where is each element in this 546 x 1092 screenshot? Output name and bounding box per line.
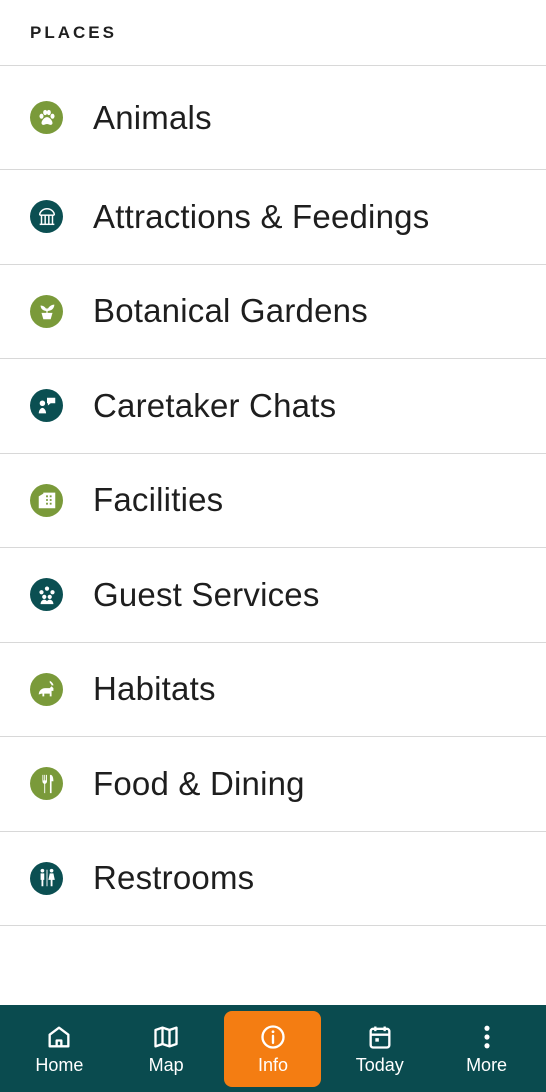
info-icon xyxy=(261,1024,285,1049)
fork-knife-icon xyxy=(30,767,63,801)
habitat-animal-icon xyxy=(30,672,63,706)
places-item-guest-services[interactable]: Guest Services xyxy=(0,548,546,643)
home-icon xyxy=(48,1026,70,1047)
bottom-tab-bar: Home Map Info Today More xyxy=(0,1005,546,1092)
places-item-habitats[interactable]: Habitats xyxy=(0,643,546,737)
places-list: Animals Attractions & Feedings Botanical… xyxy=(0,66,546,926)
places-item-restrooms[interactable]: Restrooms xyxy=(0,832,546,926)
tab-label: Map xyxy=(148,1054,184,1075)
places-item-animals[interactable]: Animals xyxy=(0,66,546,170)
tab-info[interactable]: Info xyxy=(224,1011,322,1087)
tab-more[interactable]: More xyxy=(438,1011,535,1087)
places-item-label: Restrooms xyxy=(93,859,255,897)
places-item-label: Habitats xyxy=(93,670,216,708)
places-item-label: Botanical Gardens xyxy=(93,292,368,330)
places-header: PLACES xyxy=(0,0,546,66)
gazebo-icon xyxy=(30,200,63,234)
tab-label: Info xyxy=(257,1054,288,1075)
tab-map[interactable]: Map xyxy=(118,1011,215,1087)
places-item-food-dining[interactable]: Food & Dining xyxy=(0,737,546,832)
places-item-caretaker-chats[interactable]: Caretaker Chats xyxy=(0,359,546,454)
map-icon xyxy=(154,1026,178,1047)
places-item-label: Guest Services xyxy=(93,575,320,613)
tab-today[interactable]: Today xyxy=(331,1011,428,1087)
places-item-label: Caretaker Chats xyxy=(93,386,337,424)
places-item-attractions-feedings[interactable]: Attractions & Feedings xyxy=(0,170,546,265)
calendar-icon xyxy=(369,1026,391,1049)
more-vertical-icon xyxy=(484,1025,490,1048)
building-icon xyxy=(30,483,63,517)
places-item-label: Animals xyxy=(93,98,212,136)
plant-pot-icon xyxy=(30,294,63,328)
people-group-icon xyxy=(30,578,63,612)
places-item-label: Attractions & Feedings xyxy=(93,197,430,235)
places-item-label: Facilities xyxy=(93,481,224,519)
tab-label: Home xyxy=(35,1054,84,1075)
speaker-chat-icon xyxy=(30,389,63,423)
tab-label: Today xyxy=(355,1054,404,1075)
paw-icon xyxy=(30,101,63,134)
places-item-label: Food & Dining xyxy=(93,764,305,802)
page-title: PLACES xyxy=(30,22,117,42)
tab-label: More xyxy=(466,1054,508,1075)
restroom-icon xyxy=(30,861,63,895)
places-item-botanical-gardens[interactable]: Botanical Gardens xyxy=(0,265,546,359)
tab-home[interactable]: Home xyxy=(11,1011,108,1087)
places-item-facilities[interactable]: Facilities xyxy=(0,454,546,548)
